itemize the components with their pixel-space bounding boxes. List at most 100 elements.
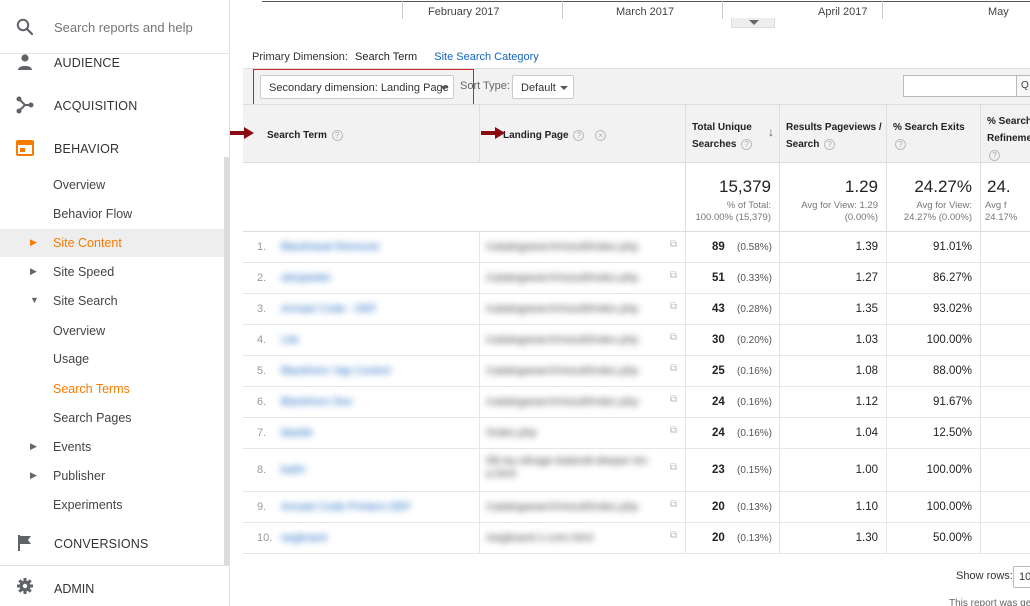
landing-page-link[interactable]: /catalogsearch/result/index.php [486, 272, 638, 285]
search-term-link[interactable]: Annaet Code - DEF [281, 303, 377, 315]
landing-page-link[interactable]: /catalogsearch/result/index.php [486, 365, 638, 378]
sidebar-item-site-search[interactable]: ▼ Site Search [0, 287, 224, 315]
totals-value: 24.27% [914, 177, 972, 196]
help-icon[interactable]: ? [331, 129, 343, 141]
sidebar-item-search-pages[interactable]: Search Pages [0, 404, 224, 432]
search-term-link[interactable]: blastle [281, 427, 313, 439]
sidebar-item-label: Site Speed [53, 265, 115, 279]
external-link-icon[interactable]: ⧉ [670, 462, 677, 473]
table-filter-input[interactable] [903, 75, 1017, 97]
timeline-collapse-handle[interactable] [731, 18, 775, 28]
cell-results-pageviews: 1.03 [780, 325, 887, 355]
sidebar-item-publisher[interactable]: ▶ Publisher [0, 462, 224, 490]
sidebar-item-search-terms[interactable]: Search Terms [0, 375, 224, 403]
help-icon[interactable]: ? [573, 129, 585, 141]
landing-page-link[interactable]: /catalogsearch/result/index.php [486, 303, 638, 316]
searches-value: 25 [712, 365, 725, 377]
totals-subtext: Avg f 24.17% [985, 200, 1018, 223]
sidebar-item-site-search-overview[interactable]: Overview [0, 317, 224, 345]
cell-search-term: 1. Blackhead Remover [243, 232, 480, 262]
search-term-link[interactable]: Blackhorn Vap Control [281, 365, 390, 377]
landing-page-link[interactable]: /catalogsearch/result/index.php [486, 241, 638, 254]
column-header-search-exits[interactable]: % Search Exits ? [887, 105, 981, 163]
help-icon[interactable]: ? [989, 149, 1000, 161]
sidebar-item-events[interactable]: ▶ Events [0, 433, 224, 461]
external-link-icon[interactable]: ⧉ [670, 270, 677, 281]
search-term-link[interactable]: Blackhorn Dev [281, 396, 353, 408]
column-header-label: Search [786, 139, 820, 150]
sidebar-section-behavior[interactable]: BEHAVIOR [0, 128, 229, 168]
help-icon[interactable]: ? [824, 138, 836, 150]
expand-triangle-icon: ▶ [30, 470, 37, 480]
landing-page-link[interactable]: /index.php [486, 427, 537, 440]
show-rows-dropdown[interactable]: 10 [1013, 566, 1030, 588]
searches-value: 20 [712, 501, 725, 513]
sidebar-section-conversions[interactable]: CONVERSIONS [0, 523, 229, 563]
cell-search-refinements [981, 523, 1030, 553]
external-link-icon[interactable]: ⧉ [670, 332, 677, 343]
cell-total-searches: 43 (0.28%) [686, 294, 780, 324]
annotation-arrow-landing-page [481, 127, 505, 139]
external-link-icon[interactable]: ⧉ [670, 301, 677, 312]
column-header-total-unique-searches[interactable]: Total Unique Searches ? ↓ [686, 105, 780, 163]
search-term-link[interactable]: Lite [281, 334, 299, 346]
sidebar-section-label: BEHAVIOR [54, 142, 120, 156]
sidebar-section-audience[interactable]: AUDIENCE [0, 42, 229, 82]
searches-percent: (0.16%) [737, 366, 773, 377]
external-link-icon[interactable]: ⧉ [670, 363, 677, 374]
landing-page-link[interactable]: /segboard-1-com.html [486, 532, 593, 545]
site-search-category-link[interactable]: Site Search Category [434, 51, 539, 63]
sidebar-item-site-content[interactable]: ▶ Site Content [0, 229, 224, 257]
remove-dimension-icon[interactable]: × [595, 129, 607, 141]
cell-results-pageviews: 1.04 [780, 418, 887, 448]
row-index: 2. [257, 272, 267, 284]
sidebar-item-label: Publisher [53, 469, 106, 483]
search-term-link[interactable]: Blackhead Remover [281, 241, 380, 253]
searches-percent: (0.28%) [737, 304, 773, 315]
expand-triangle-icon: ▶ [30, 266, 37, 276]
sidebar-item-overview[interactable]: Overview [0, 171, 224, 199]
sidebar-section-acquisition[interactable]: ACQUISITION [0, 85, 229, 125]
chevron-down-icon [560, 86, 568, 90]
search-term-link[interactable]: Annaet Code Printers DEF [281, 501, 411, 513]
external-link-icon[interactable]: ⧉ [670, 499, 677, 510]
cell-results-pageviews: 1.10 [780, 492, 887, 522]
sidebar-item-experiments[interactable]: Experiments [0, 491, 224, 519]
cell-total-searches: 20 (0.13%) [686, 492, 780, 522]
landing-page-link[interactable]: /catalogsearch/result/index.php [486, 501, 638, 514]
sidebar-section-admin[interactable]: ADMIN [0, 565, 229, 606]
column-header-search-refinements[interactable]: % Search Refineme ? [981, 105, 1030, 163]
acquisition-icon [16, 96, 34, 114]
column-header-search-term[interactable]: Search Term ? [243, 105, 480, 163]
sort-descending-icon[interactable]: ↓ [768, 125, 774, 139]
timeline-line [262, 1, 1030, 2]
external-link-icon[interactable]: ⧉ [670, 530, 677, 541]
cell-total-searches: 30 (0.20%) [686, 325, 780, 355]
searches-value: 20 [712, 532, 725, 544]
sidebar-item-usage[interactable]: Usage [0, 345, 224, 373]
search-term-link[interactable]: segboard [281, 532, 327, 544]
sidebar-item-behavior-flow[interactable]: Behavior Flow [0, 200, 224, 228]
row-index: 1. [257, 241, 267, 253]
cell-search-exits: 91.67% [887, 387, 981, 417]
pageviews-value: 1.00 [855, 464, 878, 476]
external-link-icon[interactable]: ⧉ [670, 425, 677, 436]
landing-page-link[interactable]: /catalogsearch/result/index.php [486, 396, 638, 409]
pageviews-value: 1.08 [855, 365, 878, 377]
pageviews-value: 1.27 [855, 272, 878, 284]
external-link-icon[interactable]: ⧉ [670, 239, 677, 250]
search-term-link[interactable]: bathi [281, 464, 305, 476]
column-header-results-pageviews[interactable]: Results Pageviews / Search ? [780, 105, 887, 163]
table-filter-search-button[interactable]: Q [1017, 75, 1030, 97]
landing-page-link[interactable]: /lib-by-ultrage-balandt-deeper-lot-a.htm… [486, 455, 661, 481]
sidebar-item-site-speed[interactable]: ▶ Site Speed [0, 258, 224, 286]
column-header-landing-page[interactable]: Landing Page ? × [480, 105, 686, 163]
sidebar-scrollbar[interactable] [224, 157, 229, 565]
sort-type-dropdown[interactable]: Default [512, 75, 574, 99]
external-link-icon[interactable]: ⧉ [670, 394, 677, 405]
help-icon[interactable]: ? [741, 138, 753, 150]
landing-page-link[interactable]: /catalogsearch/result/index.php [486, 334, 638, 347]
search-term-link[interactable]: skinpeeler [281, 272, 331, 284]
secondary-dimension-dropdown[interactable]: Secondary dimension: Landing Page [260, 75, 454, 99]
help-icon[interactable]: ? [895, 138, 906, 150]
